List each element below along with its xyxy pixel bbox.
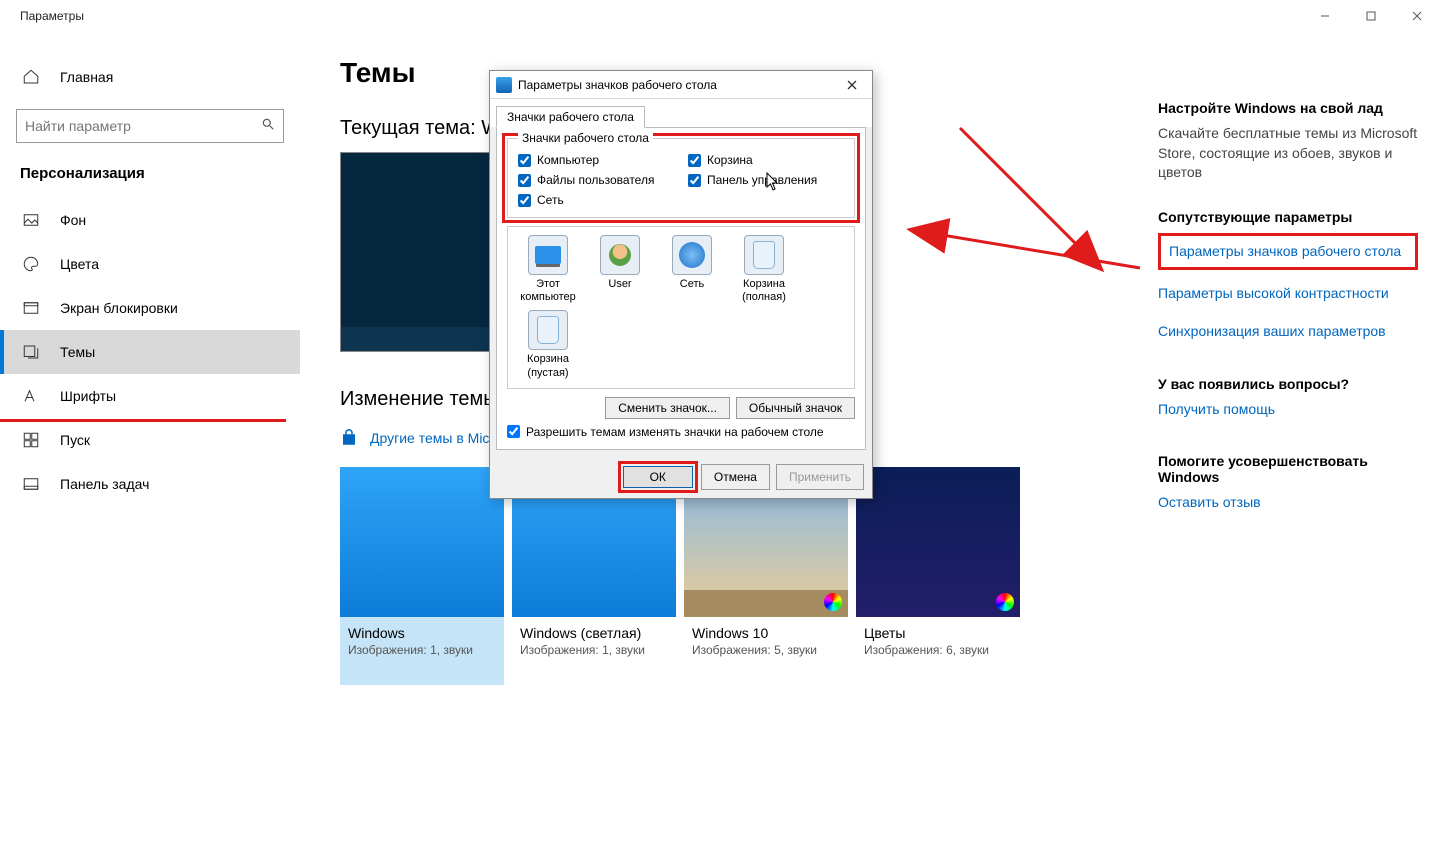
sidebar-home[interactable]: Главная xyxy=(0,55,300,99)
dialog-close-button[interactable] xyxy=(838,75,866,95)
window-close-button[interactable] xyxy=(1394,0,1440,32)
checkbox-user-files[interactable]: Файлы пользователя xyxy=(518,173,674,187)
right-heading-related: Сопутствующие параметры xyxy=(1158,209,1418,225)
app-title: Параметры xyxy=(20,9,84,23)
checkbox-computer[interactable]: Компьютер xyxy=(518,153,674,167)
annotation-red-underline xyxy=(0,419,286,422)
theme-card-windows10[interactable]: Windows 10 Изображения: 5, звуки xyxy=(684,467,848,685)
theme-meta: Изображения: 1, звуки xyxy=(340,643,504,657)
sidebar-item-label: Цвета xyxy=(60,256,99,272)
sidebar-item-lockscreen[interactable]: Экран блокировки xyxy=(0,286,300,330)
window-minimize-button[interactable] xyxy=(1302,0,1348,32)
window-titlebar: Параметры xyxy=(0,0,1440,32)
theme-card-windows[interactable]: Windows Изображения: 1, звуки xyxy=(340,467,504,685)
icon-preview-area[interactable]: Этот компьютер User Сеть Корзина (полная… xyxy=(507,226,855,389)
theme-name: Windows (светлая) xyxy=(512,617,676,643)
theme-card-flowers[interactable]: Цветы Изображения: 6, звуки xyxy=(856,467,1020,685)
icon-item-network[interactable]: Сеть xyxy=(660,235,724,304)
dialog-tab-desktop-icons[interactable]: Значки рабочего стола xyxy=(496,106,645,128)
group-desktop-icons: Значки рабочего стола Компьютер Корзина … xyxy=(507,138,855,218)
dialog-title-text: Параметры значков рабочего стола xyxy=(518,78,717,92)
checkbox-recycle-bin[interactable]: Корзина xyxy=(688,153,844,167)
sidebar-item-themes[interactable]: Темы xyxy=(0,330,300,374)
sidebar-item-label: Пуск xyxy=(60,432,90,448)
sidebar-item-label: Темы xyxy=(60,344,95,360)
checkbox-network[interactable]: Сеть xyxy=(518,193,674,207)
theme-grid: Windows Изображения: 1, звуки Windows (с… xyxy=(340,467,1120,685)
right-column: Настройте Windows на свой лад Скачайте б… xyxy=(1158,100,1418,531)
taskbar-icon xyxy=(20,475,42,493)
checkbox-control-panel[interactable]: Панель управления xyxy=(688,173,844,187)
link-sync-settings[interactable]: Синхронизация ваших параметров xyxy=(1158,322,1418,342)
sidebar-item-start[interactable]: Пуск xyxy=(0,418,300,462)
icon-item-user[interactable]: User xyxy=(588,235,652,304)
right-paragraph-store: Скачайте бесплатные темы из Microsoft St… xyxy=(1158,124,1418,183)
lockscreen-icon xyxy=(20,299,42,317)
dialog-title-icon xyxy=(496,77,512,93)
dialog-cancel-button[interactable]: Отмена xyxy=(701,464,770,490)
sidebar: Главная Персонализация Фон Цвета Экран б… xyxy=(0,45,300,506)
picture-icon xyxy=(20,211,42,229)
group-title: Значки рабочего стола xyxy=(518,131,653,145)
right-heading-feedback: Помогите усовершенствовать Windows xyxy=(1158,453,1418,485)
default-icon-button[interactable]: Обычный значок xyxy=(736,397,855,419)
checkbox-allow-themes-change-icons[interactable]: Разрешить темам изменять значки на рабоч… xyxy=(507,425,855,439)
window-maximize-button[interactable] xyxy=(1348,0,1394,32)
dialog-apply-button[interactable]: Применить xyxy=(776,464,864,490)
search-icon xyxy=(261,117,275,136)
theme-name: Цветы xyxy=(856,617,1020,643)
link-leave-feedback[interactable]: Оставить отзыв xyxy=(1158,493,1418,513)
sidebar-section-title: Персонализация xyxy=(0,157,300,198)
sidebar-home-label: Главная xyxy=(60,69,113,85)
sidebar-item-colors[interactable]: Цвета xyxy=(0,242,300,286)
theme-meta: Изображения: 6, звуки xyxy=(856,643,1020,657)
dialog-titlebar[interactable]: Параметры значков рабочего стола xyxy=(490,71,872,99)
themes-icon xyxy=(20,343,42,361)
search-input[interactable] xyxy=(25,118,275,134)
sidebar-item-taskbar[interactable]: Панель задач xyxy=(0,462,300,506)
change-icon-button[interactable]: Сменить значок... xyxy=(605,397,730,419)
sidebar-item-label: Фон xyxy=(60,212,86,228)
theme-name: Windows xyxy=(340,617,504,643)
store-bag-icon xyxy=(340,429,358,447)
dialog-ok-button[interactable]: ОК xyxy=(623,466,693,488)
right-heading-customize: Настройте Windows на свой лад xyxy=(1158,100,1418,116)
theme-card-windows-light[interactable]: Windows (светлая) Изображения: 1, звуки xyxy=(512,467,676,685)
icon-item-this-pc[interactable]: Этот компьютер xyxy=(516,235,580,304)
link-desktop-icon-settings[interactable]: Параметры значков рабочего стола xyxy=(1158,233,1418,271)
icon-item-recycle-empty[interactable]: Корзина (пустая) xyxy=(516,310,580,379)
sidebar-item-label: Экран блокировки xyxy=(60,300,178,316)
theme-meta: Изображения: 5, звуки xyxy=(684,643,848,657)
dialog-desktop-icon-settings: Параметры значков рабочего стола Значки … xyxy=(489,70,873,499)
right-heading-questions: У вас появились вопросы? xyxy=(1158,376,1418,392)
sidebar-search[interactable] xyxy=(16,109,284,143)
sidebar-item-label: Шрифты xyxy=(60,388,116,404)
sidebar-item-fonts[interactable]: Шрифты xyxy=(0,374,300,418)
fonts-icon xyxy=(20,387,42,405)
link-get-help[interactable]: Получить помощь xyxy=(1158,400,1418,420)
start-icon xyxy=(20,431,42,449)
sidebar-item-label: Панель задач xyxy=(60,476,149,492)
theme-name: Windows 10 xyxy=(684,617,848,643)
home-icon xyxy=(20,68,42,86)
store-link-label: Другие темы в Mic xyxy=(370,430,489,446)
icon-item-recycle-full[interactable]: Корзина (полная) xyxy=(732,235,796,304)
theme-meta: Изображения: 1, звуки xyxy=(512,643,676,657)
sidebar-item-background[interactable]: Фон xyxy=(0,198,300,242)
link-high-contrast[interactable]: Параметры высокой контрастности xyxy=(1158,284,1418,304)
palette-icon xyxy=(20,255,42,273)
